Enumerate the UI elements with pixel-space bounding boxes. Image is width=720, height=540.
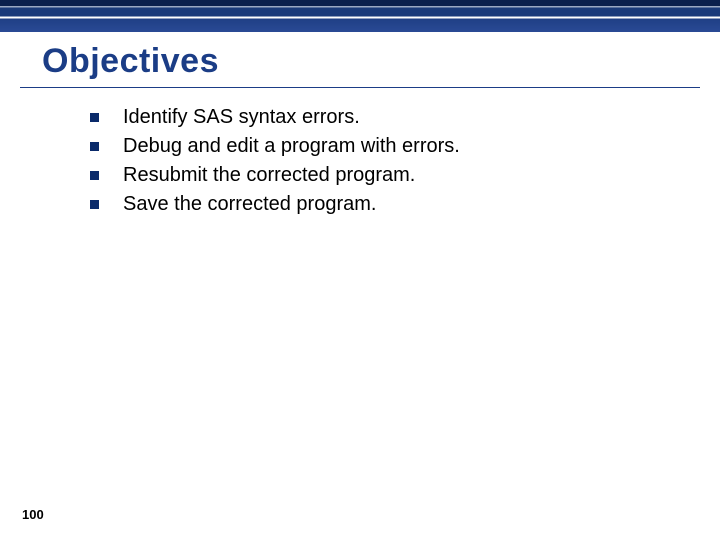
square-bullet-icon: [90, 200, 99, 209]
square-bullet-icon: [90, 113, 99, 122]
list-item: Debug and edit a program with errors.: [90, 135, 720, 158]
bullet-list: Identify SAS syntax errors. Debug and ed…: [90, 106, 720, 216]
bullet-text: Save the corrected program.: [123, 193, 376, 216]
title-underline: [20, 87, 700, 88]
bullet-text: Resubmit the corrected program.: [123, 164, 415, 187]
slide-title: Objectives: [42, 42, 720, 81]
list-item: Resubmit the corrected program.: [90, 164, 720, 187]
page-number: 100: [22, 507, 44, 522]
list-item: Identify SAS syntax errors.: [90, 106, 720, 129]
bullet-text: Identify SAS syntax errors.: [123, 106, 360, 129]
header-banner: [0, 0, 720, 32]
square-bullet-icon: [90, 171, 99, 180]
list-item: Save the corrected program.: [90, 193, 720, 216]
bullet-text: Debug and edit a program with errors.: [123, 135, 460, 158]
square-bullet-icon: [90, 142, 99, 151]
